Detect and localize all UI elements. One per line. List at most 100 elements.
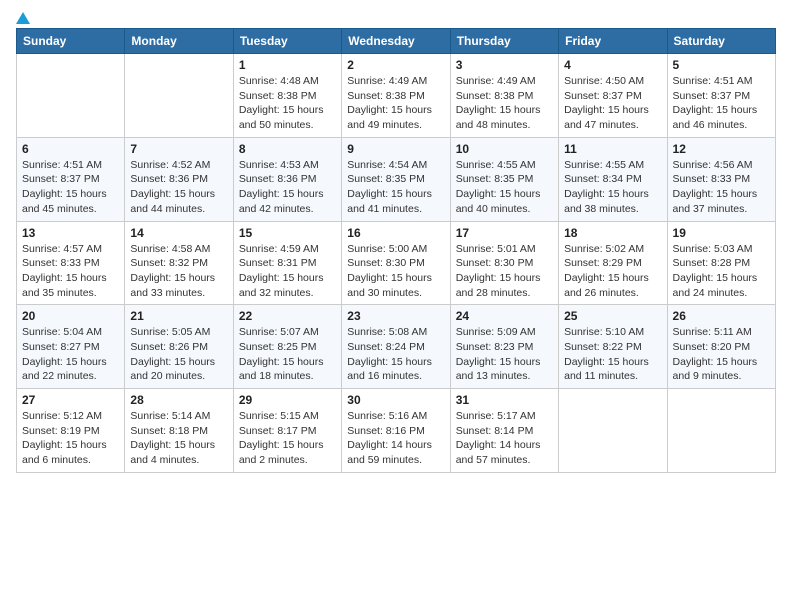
calendar-day-cell: 5 Sunrise: 4:51 AMSunset: 8:37 PMDaylight… xyxy=(667,54,775,138)
day-info: Sunrise: 5:11 AMSunset: 8:20 PMDaylight:… xyxy=(673,325,770,384)
day-info: Sunrise: 4:52 AMSunset: 8:36 PMDaylight:… xyxy=(130,158,227,217)
day-info: Sunrise: 4:57 AMSunset: 8:33 PMDaylight:… xyxy=(22,242,119,301)
day-header-friday: Friday xyxy=(559,29,667,54)
day-number: 11 xyxy=(564,142,661,156)
day-header-wednesday: Wednesday xyxy=(342,29,450,54)
calendar-day-cell: 31Sunrise: 5:17 AMSunset: 8:14 PMDayligh… xyxy=(450,389,558,473)
day-info: Sunrise: 4:54 AMSunset: 8:35 PMDaylight:… xyxy=(347,158,444,217)
calendar-week-row: 20 Sunrise: 5:04 AMSunset: 8:27 PMDayligh… xyxy=(17,305,776,389)
calendar-day-cell: 16Sunrise: 5:00 AMSunset: 8:30 PMDayligh… xyxy=(342,221,450,305)
day-info: Sunrise: 5:00 AMSunset: 8:30 PMDaylight:… xyxy=(347,242,444,301)
calendar-day-cell: 7 Sunrise: 4:52 AMSunset: 8:36 PMDaylight… xyxy=(125,137,233,221)
calendar-day-cell: 1 Sunrise: 4:48 AMSunset: 8:38 PMDaylight… xyxy=(233,54,341,138)
day-number: 27 xyxy=(22,393,119,407)
calendar-week-row: 27 Sunrise: 5:12 AMSunset: 8:19 PMDayligh… xyxy=(17,389,776,473)
calendar-week-row: 13 Sunrise: 4:57 AMSunset: 8:33 PMDayligh… xyxy=(17,221,776,305)
day-header-sunday: Sunday xyxy=(17,29,125,54)
day-number: 24 xyxy=(456,309,553,323)
day-info: Sunrise: 4:51 AMSunset: 8:37 PMDaylight:… xyxy=(22,158,119,217)
calendar-day-cell: 3 Sunrise: 4:49 AMSunset: 8:38 PMDaylight… xyxy=(450,54,558,138)
day-info: Sunrise: 5:08 AMSunset: 8:24 PMDaylight:… xyxy=(347,325,444,384)
day-number: 18 xyxy=(564,226,661,240)
day-number: 28 xyxy=(130,393,227,407)
day-number: 13 xyxy=(22,226,119,240)
day-header-thursday: Thursday xyxy=(450,29,558,54)
calendar-day-cell: 6 Sunrise: 4:51 AMSunset: 8:37 PMDaylight… xyxy=(17,137,125,221)
calendar-day-cell: 24 Sunrise: 5:09 AMSunset: 8:23 PMDayligh… xyxy=(450,305,558,389)
day-info: Sunrise: 5:04 AMSunset: 8:27 PMDaylight:… xyxy=(22,325,119,384)
calendar-day-cell: 17 Sunrise: 5:01 AMSunset: 8:30 PMDayligh… xyxy=(450,221,558,305)
calendar-day-cell: 26 Sunrise: 5:11 AMSunset: 8:20 PMDayligh… xyxy=(667,305,775,389)
day-info: Sunrise: 4:48 AMSunset: 8:38 PMDaylight:… xyxy=(239,74,336,133)
day-info: Sunrise: 4:49 AMSunset: 8:38 PMDaylight:… xyxy=(456,74,553,133)
day-info: Sunrise: 5:09 AMSunset: 8:23 PMDaylight:… xyxy=(456,325,553,384)
day-info: Sunrise: 4:56 AMSunset: 8:33 PMDaylight:… xyxy=(673,158,770,217)
calendar-day-cell: 11 Sunrise: 4:55 AMSunset: 8:34 PMDayligh… xyxy=(559,137,667,221)
day-number: 6 xyxy=(22,142,119,156)
calendar-week-row: 6 Sunrise: 4:51 AMSunset: 8:37 PMDaylight… xyxy=(17,137,776,221)
day-number: 17 xyxy=(456,226,553,240)
day-number: 15 xyxy=(239,226,336,240)
day-info: Sunrise: 4:58 AMSunset: 8:32 PMDaylight:… xyxy=(130,242,227,301)
day-header-monday: Monday xyxy=(125,29,233,54)
day-info: Sunrise: 5:01 AMSunset: 8:30 PMDaylight:… xyxy=(456,242,553,301)
day-number: 2 xyxy=(347,58,444,72)
day-info: Sunrise: 4:51 AMSunset: 8:37 PMDaylight:… xyxy=(673,74,770,133)
calendar-day-cell: 22 Sunrise: 5:07 AMSunset: 8:25 PMDayligh… xyxy=(233,305,341,389)
day-number: 3 xyxy=(456,58,553,72)
calendar-table: SundayMondayTuesdayWednesdayThursdayFrid… xyxy=(16,28,776,473)
day-number: 5 xyxy=(673,58,770,72)
calendar-day-cell xyxy=(125,54,233,138)
day-number: 30 xyxy=(347,393,444,407)
day-number: 20 xyxy=(22,309,119,323)
calendar-day-cell: 12Sunrise: 4:56 AMSunset: 8:33 PMDayligh… xyxy=(667,137,775,221)
day-info: Sunrise: 5:14 AMSunset: 8:18 PMDaylight:… xyxy=(130,409,227,468)
day-number: 31 xyxy=(456,393,553,407)
day-info: Sunrise: 4:55 AMSunset: 8:35 PMDaylight:… xyxy=(456,158,553,217)
day-number: 19 xyxy=(673,226,770,240)
day-info: Sunrise: 4:59 AMSunset: 8:31 PMDaylight:… xyxy=(239,242,336,301)
day-number: 14 xyxy=(130,226,227,240)
calendar-day-cell: 13 Sunrise: 4:57 AMSunset: 8:33 PMDayligh… xyxy=(17,221,125,305)
calendar-day-cell: 28 Sunrise: 5:14 AMSunset: 8:18 PMDayligh… xyxy=(125,389,233,473)
calendar-day-cell: 21Sunrise: 5:05 AMSunset: 8:26 PMDayligh… xyxy=(125,305,233,389)
day-number: 7 xyxy=(130,142,227,156)
day-header-tuesday: Tuesday xyxy=(233,29,341,54)
day-info: Sunrise: 5:07 AMSunset: 8:25 PMDaylight:… xyxy=(239,325,336,384)
day-info: Sunrise: 5:10 AMSunset: 8:22 PMDaylight:… xyxy=(564,325,661,384)
day-number: 26 xyxy=(673,309,770,323)
day-info: Sunrise: 5:16 AMSunset: 8:16 PMDaylight:… xyxy=(347,409,444,468)
day-header-saturday: Saturday xyxy=(667,29,775,54)
calendar-day-cell: 14 Sunrise: 4:58 AMSunset: 8:32 PMDayligh… xyxy=(125,221,233,305)
day-number: 22 xyxy=(239,309,336,323)
day-info: Sunrise: 5:02 AMSunset: 8:29 PMDaylight:… xyxy=(564,242,661,301)
day-number: 21 xyxy=(130,309,227,323)
calendar-day-cell: 2 Sunrise: 4:49 AMSunset: 8:38 PMDaylight… xyxy=(342,54,450,138)
day-number: 25 xyxy=(564,309,661,323)
calendar-day-cell: 20 Sunrise: 5:04 AMSunset: 8:27 PMDayligh… xyxy=(17,305,125,389)
day-info: Sunrise: 4:55 AMSunset: 8:34 PMDaylight:… xyxy=(564,158,661,217)
day-info: Sunrise: 4:50 AMSunset: 8:37 PMDaylight:… xyxy=(564,74,661,133)
calendar-day-cell: 19 Sunrise: 5:03 AMSunset: 8:28 PMDayligh… xyxy=(667,221,775,305)
day-info: Sunrise: 5:12 AMSunset: 8:19 PMDaylight:… xyxy=(22,409,119,468)
calendar-day-cell: 23 Sunrise: 5:08 AMSunset: 8:24 PMDayligh… xyxy=(342,305,450,389)
day-number: 4 xyxy=(564,58,661,72)
day-info: Sunrise: 4:53 AMSunset: 8:36 PMDaylight:… xyxy=(239,158,336,217)
logo-triangle-icon xyxy=(16,12,30,24)
day-info: Sunrise: 4:49 AMSunset: 8:38 PMDaylight:… xyxy=(347,74,444,133)
calendar-day-cell: 18 Sunrise: 5:02 AMSunset: 8:29 PMDayligh… xyxy=(559,221,667,305)
day-info: Sunrise: 5:03 AMSunset: 8:28 PMDaylight:… xyxy=(673,242,770,301)
calendar-day-cell: 8 Sunrise: 4:53 AMSunset: 8:36 PMDaylight… xyxy=(233,137,341,221)
calendar-day-cell: 9Sunrise: 4:54 AMSunset: 8:35 PMDaylight… xyxy=(342,137,450,221)
calendar-day-cell: 29Sunrise: 5:15 AMSunset: 8:17 PMDayligh… xyxy=(233,389,341,473)
day-number: 23 xyxy=(347,309,444,323)
calendar-week-row: 1 Sunrise: 4:48 AMSunset: 8:38 PMDaylight… xyxy=(17,54,776,138)
calendar-day-cell: 4 Sunrise: 4:50 AMSunset: 8:37 PMDaylight… xyxy=(559,54,667,138)
day-number: 29 xyxy=(239,393,336,407)
day-number: 10 xyxy=(456,142,553,156)
calendar-day-cell: 15 Sunrise: 4:59 AMSunset: 8:31 PMDayligh… xyxy=(233,221,341,305)
calendar-day-cell xyxy=(667,389,775,473)
day-number: 8 xyxy=(239,142,336,156)
calendar-day-cell: 25 Sunrise: 5:10 AMSunset: 8:22 PMDayligh… xyxy=(559,305,667,389)
day-number: 1 xyxy=(239,58,336,72)
